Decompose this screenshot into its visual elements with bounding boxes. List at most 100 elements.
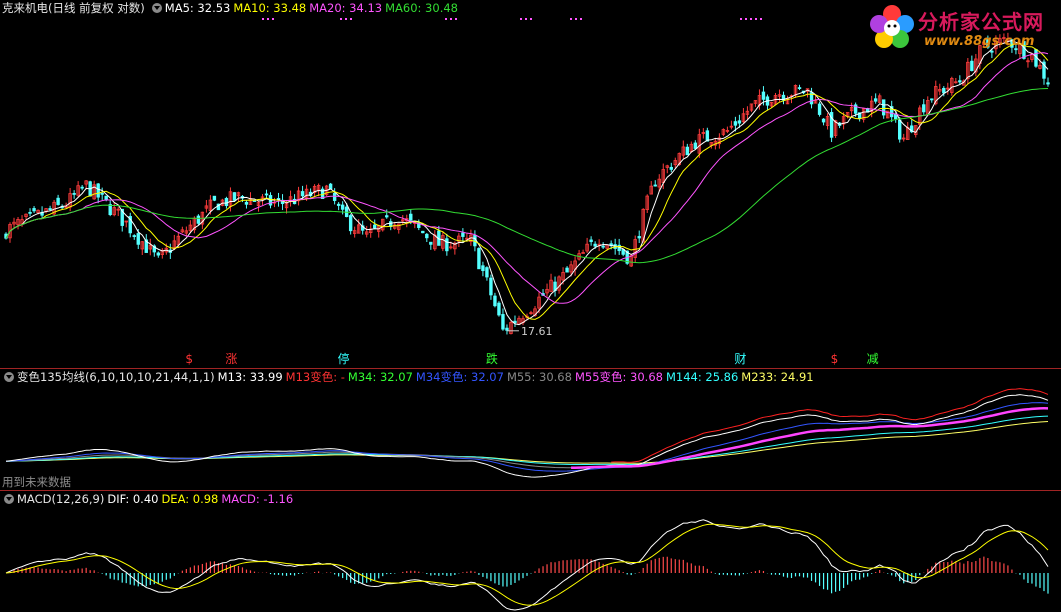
low-price-label: 17.61 (521, 325, 553, 338)
macd-panel[interactable]: MACD(12,26,9) DIF: 0.40 DEA: 0.98 MACD: -1.… (0, 491, 1061, 612)
candle-body (922, 104, 926, 113)
ma-panel-name[interactable]: 变色135均线(6,10,10,10,21,44,1,1) (17, 370, 215, 384)
top-marker (340, 18, 342, 20)
candle-body (873, 98, 878, 102)
ma-panel-item-0: M13: 33.99 (217, 370, 283, 384)
candle-body (761, 91, 766, 100)
dropdown-icon[interactable] (4, 372, 14, 382)
top-marker (750, 18, 752, 20)
kline-panel[interactable]: 17.61 $ 涨停跌财 $ 减 克来机电(日线 前复权 对数) MA5: 32.53 MA… (0, 0, 1061, 368)
signal-4: 财 (734, 352, 746, 366)
candle-body (96, 183, 100, 198)
candle-body (136, 233, 140, 245)
candle-body (894, 114, 898, 120)
candle-body (300, 191, 305, 197)
candle-body (28, 211, 32, 214)
ma-legend-item-1: MA10: 33.48 (233, 1, 307, 15)
candle-body (669, 166, 673, 170)
candle-body (156, 252, 160, 256)
candle-body (244, 201, 249, 205)
candle-body (601, 245, 605, 248)
candle-body (100, 192, 104, 195)
candle-body (336, 203, 341, 206)
ma-legend-item-0: MA5: 32.53 (164, 1, 231, 15)
candle-body (425, 233, 429, 239)
candle-body (481, 265, 485, 272)
candle-body (429, 241, 433, 245)
candle-body (72, 193, 76, 195)
top-marker (445, 18, 447, 20)
site-logo: 分析家公式网 www.88gs.com (868, 2, 1058, 58)
signal-6: 减 (867, 352, 879, 366)
macd-chart[interactable] (0, 491, 1061, 612)
dropdown-icon[interactable] (4, 494, 14, 504)
candle-body (104, 195, 108, 201)
candle-body (930, 98, 934, 101)
candle-body (421, 230, 425, 234)
top-marker (350, 18, 352, 20)
ma-indicator-chart[interactable] (0, 369, 1061, 490)
future-data-note: 用到未来数据 (2, 475, 71, 489)
candle-body (212, 195, 217, 201)
candle-body (898, 119, 902, 140)
macd-item-0: DIF: 0.40 (107, 492, 159, 506)
candle-body (80, 186, 84, 189)
m55-color-line (571, 407, 1049, 469)
candle-body (132, 235, 136, 237)
candle-body (685, 146, 690, 156)
top-marker (262, 18, 264, 20)
candle-body (232, 192, 237, 201)
candle-body (485, 267, 489, 278)
candle-body (385, 215, 389, 218)
candle-body (737, 120, 742, 124)
top-marker (455, 18, 457, 20)
ma-panel-item-5: M55变色: 30.68 (574, 370, 663, 384)
ma-panel-item-3: M34变色: 32.07 (415, 370, 504, 384)
stock-title[interactable]: 克来机电(日线 前复权 对数) (2, 1, 145, 15)
candle-body (348, 215, 353, 232)
candle-body (328, 183, 333, 190)
top-marker (267, 18, 269, 20)
candle-body (881, 99, 886, 116)
m13-color-line (611, 388, 1049, 463)
candle-body (593, 243, 597, 247)
ma-panel-legend: M13: 33.99 M13变色: - M34: 32.07 M34变色: 32.07… (218, 370, 817, 384)
ma-panel-item-6: M144: 25.86 (665, 370, 739, 384)
macd-name[interactable]: MACD(12,26,9) (17, 492, 104, 506)
macd-legend: DIF: 0.40 DEA: 0.98 MACD: -1.16 (107, 492, 296, 506)
top-marker (570, 18, 572, 20)
candle-body (970, 60, 974, 72)
dropdown-icon[interactable] (151, 3, 162, 13)
candle-body (477, 248, 481, 270)
ma-legend-item-3: MA60: 30.48 (385, 1, 458, 15)
ma10-line (5, 43, 1049, 320)
candle-body (332, 192, 337, 201)
flower-logo-icon (870, 5, 914, 48)
ma-indicator-panel[interactable]: 变色135均线(6,10,10,10,21,44,1,1) M13: 33.99 M… (0, 369, 1061, 490)
top-marker (745, 18, 747, 20)
signal-2: 停 (338, 351, 350, 366)
top-marker (450, 18, 452, 20)
kline-header: 克来机电(日线 前复权 对数) MA5: 32.53 MA10: 33.48 MA20… (0, 0, 464, 16)
top-marker (580, 18, 582, 20)
candle-body (817, 103, 822, 115)
candle-body (409, 213, 413, 221)
top-marker (755, 18, 757, 20)
signal-3: 跌 (486, 351, 498, 366)
candle-body (224, 197, 229, 207)
candle-body (497, 302, 501, 316)
candle-body (821, 118, 826, 123)
top-marker (740, 18, 742, 20)
ma-panel-item-2: M34: 32.07 (347, 370, 413, 384)
top-marker (520, 18, 522, 20)
logo-url: www.88gs.com (924, 34, 1035, 49)
candle-body (797, 87, 802, 89)
candle-body (196, 215, 201, 224)
ma-panel-item-1: M13变色: - (285, 370, 345, 384)
candle-body (445, 238, 449, 252)
dif-line (5, 519, 1049, 611)
candle-body (733, 121, 738, 126)
signal-5: $ (831, 352, 839, 366)
macd-header: MACD(12,26,9) DIF: 0.40 DEA: 0.98 MACD: -1.… (0, 491, 299, 507)
top-marker (272, 18, 274, 20)
